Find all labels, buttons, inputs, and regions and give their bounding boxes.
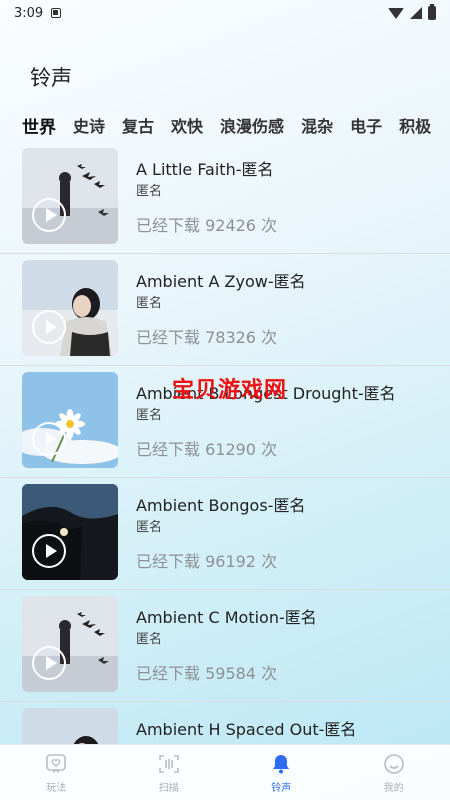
ringtone-title: Ambient C Motion-匿名	[136, 608, 317, 627]
wifi-icon	[388, 7, 404, 19]
nav-item-ringtone[interactable]: 铃声	[241, 752, 321, 794]
play-icon[interactable]	[32, 198, 66, 232]
thumbnail-night-moon	[22, 484, 118, 580]
list-item[interactable]: Ambient H Spaced Out-匿名 匿名	[0, 702, 450, 744]
ringtone-title: Ambient Bongos-匿名	[136, 496, 306, 515]
thumbnail-girl-scarf	[22, 708, 118, 744]
status-time: 3:09	[14, 5, 44, 21]
nav-label: 铃声	[271, 782, 292, 794]
heart-chat-icon	[46, 753, 67, 773]
signal-icon	[410, 7, 422, 19]
scan-icon	[158, 754, 179, 773]
nav-item-play[interactable]: 玩法	[16, 752, 96, 794]
thumbnail-flower-sky	[22, 372, 118, 468]
ringtone-artist: 匿名	[136, 408, 163, 423]
ringtone-artist: 匿名	[136, 520, 163, 535]
page-title: 铃声	[30, 66, 72, 90]
battery-icon	[428, 4, 436, 20]
download-count: 已经下载 61290 次	[136, 440, 278, 459]
tab-epic[interactable]: 史诗	[73, 113, 105, 137]
category-tabs: 世界 史诗 复古 欢快 浪漫伤感 混杂 电子 积极	[0, 108, 450, 142]
sim-card-icon	[51, 8, 62, 18]
download-count: 已经下载 92426 次	[136, 216, 278, 235]
list-item[interactable]: Ambient B Longest Drought-匿名 匿名 已经下载 612…	[0, 366, 450, 478]
bell-icon	[273, 754, 290, 773]
play-icon[interactable]	[32, 646, 66, 680]
bottom-nav: 玩法 扫描 铃声 我的	[0, 744, 450, 800]
list-item[interactable]: Ambient A Zyow-匿名 匿名 已经下载 78326 次	[0, 254, 450, 366]
thumbnail-girl-birds	[22, 148, 118, 244]
tab-cheerful[interactable]: 欢快	[171, 113, 203, 137]
list-item[interactable]: Ambient C Motion-匿名 匿名 已经下载 59584 次	[0, 590, 450, 702]
ringtone-artist: 匿名	[136, 296, 163, 311]
tab-retro[interactable]: 复古	[122, 113, 154, 137]
nav-label: 扫描	[158, 782, 179, 794]
ringtone-list: A Little Faith-匿名 匿名 已经下载 92426 次 Ambien…	[0, 142, 450, 744]
play-icon[interactable]	[32, 310, 66, 344]
tab-positive[interactable]: 积极	[399, 113, 431, 137]
list-item[interactable]: Ambient Bongos-匿名 匿名 已经下载 96192 次	[0, 478, 450, 590]
ringtone-title: Ambient B Longest Drought-匿名	[136, 384, 396, 403]
nav-item-scan[interactable]: 扫描	[129, 752, 209, 794]
ringtone-title: Ambient A Zyow-匿名	[136, 272, 306, 291]
download-count: 已经下载 78326 次	[136, 328, 278, 347]
nav-label: 我的	[383, 782, 404, 794]
tab-world[interactable]: 世界	[22, 113, 56, 138]
thumbnail-girl-birds	[22, 596, 118, 692]
tab-romantic-sad[interactable]: 浪漫伤感	[220, 113, 284, 137]
ringtone-title: Ambient H Spaced Out-匿名	[136, 720, 357, 739]
nav-item-mine[interactable]: 我的	[354, 752, 434, 794]
nav-label: 玩法	[46, 782, 67, 794]
play-icon[interactable]	[32, 534, 66, 568]
status-bar: 3:09	[0, 0, 450, 26]
ringtone-artist: 匿名	[136, 632, 163, 647]
smile-icon	[383, 753, 404, 774]
ringtone-artist: 匿名	[136, 184, 163, 199]
tab-mixed[interactable]: 混杂	[301, 113, 333, 137]
download-count: 已经下载 96192 次	[136, 552, 278, 571]
ringtone-title: A Little Faith-匿名	[136, 160, 274, 179]
download-count: 已经下载 59584 次	[136, 664, 278, 683]
thumbnail-girl-scarf	[22, 260, 118, 356]
tab-electronic[interactable]: 电子	[350, 113, 382, 137]
list-item[interactable]: A Little Faith-匿名 匿名 已经下载 92426 次	[0, 142, 450, 254]
play-icon[interactable]	[32, 422, 66, 456]
